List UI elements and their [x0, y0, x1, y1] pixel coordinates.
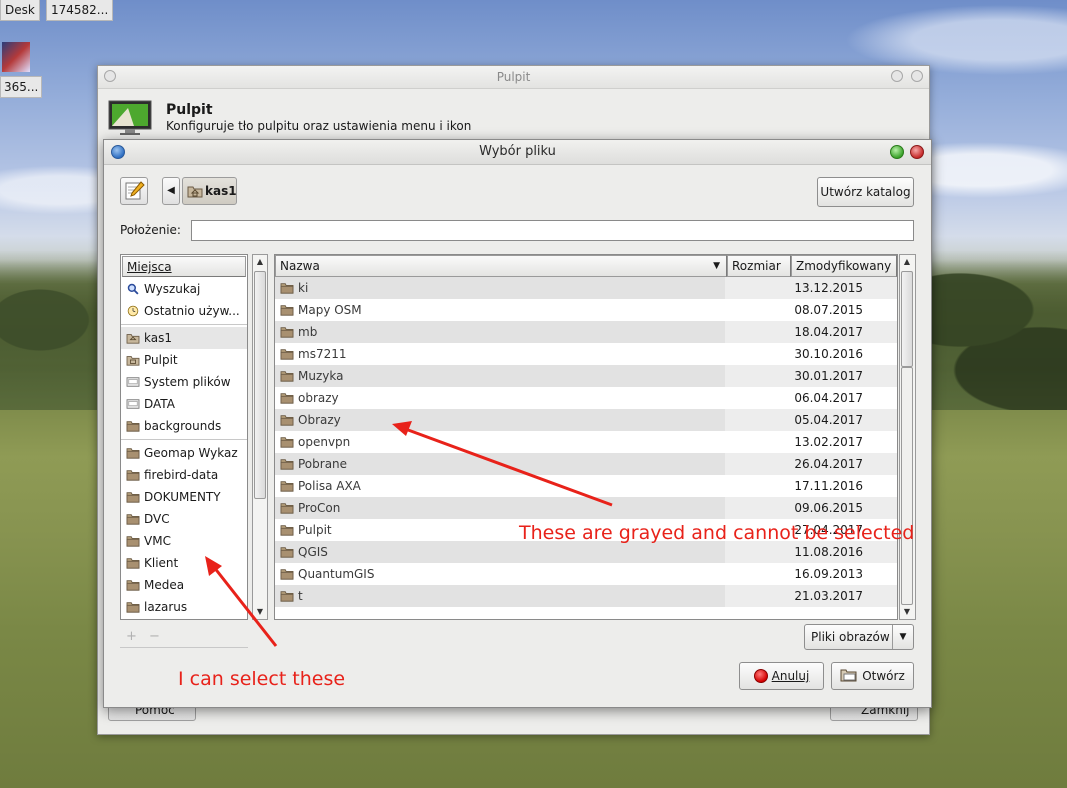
- annotation-grayed: These are grayed and cannot be selected: [519, 522, 915, 544]
- arrowhead-files-icon: [392, 421, 412, 436]
- arrow-to-places: [208, 561, 278, 647]
- annotation-selectable: I can select these: [178, 668, 346, 690]
- annotation-arrows: [205, 421, 613, 647]
- arrow-to-files: [399, 425, 613, 507]
